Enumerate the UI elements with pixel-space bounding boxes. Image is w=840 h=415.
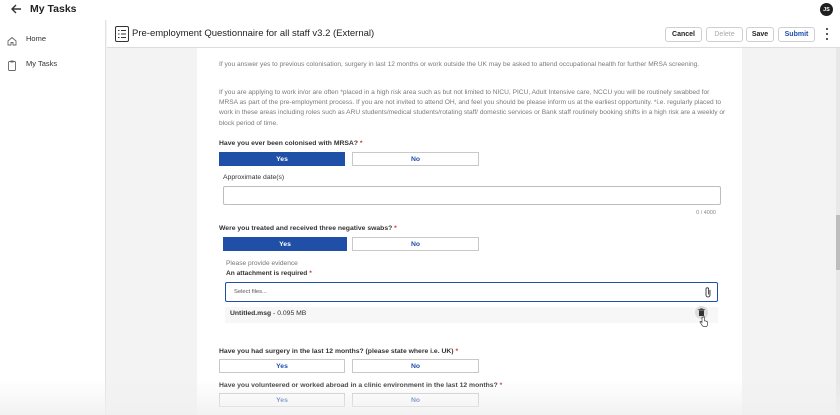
sidebar-item-label: My Tasks <box>26 58 58 68</box>
info-text-colonisation: If you answer yes to previous colonisati… <box>219 61 700 68</box>
form-title: Pre-employment Questionnaire for all sta… <box>132 28 375 39</box>
file-select-input[interactable]: Select files... <box>225 282 718 302</box>
approximate-dates-input[interactable] <box>223 186 721 205</box>
q2-no-option[interactable]: No <box>352 237 479 251</box>
attached-file-name: Untitled.msg <box>230 310 272 317</box>
hand-cursor-icon <box>699 315 708 327</box>
evidence-note: Please provide evidence <box>226 260 298 267</box>
delete-button[interactable]: Delete <box>706 27 743 42</box>
clipboard-icon <box>7 58 17 71</box>
approximate-dates-label: Approximate date(s) <box>223 174 285 181</box>
scrollbar-thumb[interactable] <box>836 215 840 270</box>
info-text-high-risk: If you are applying to work in/or are of… <box>219 89 726 127</box>
sidebar-item-home[interactable]: Home <box>0 28 106 48</box>
paperclip-icon[interactable] <box>703 286 713 299</box>
checklist-icon <box>115 26 129 42</box>
cancel-button[interactable]: Cancel <box>665 27 702 42</box>
sidebar: Home My Tasks <box>0 20 106 415</box>
attached-file-size: - 0.095 MB <box>271 310 307 317</box>
top-bar: My Tasks JS <box>0 0 840 20</box>
required-marker: * <box>499 382 503 389</box>
character-counter: 0 / 4000 <box>696 210 716 216</box>
attached-file-info: Untitled.msg - 0.095 MB <box>230 310 306 317</box>
attached-file-row: Untitled.msg - 0.095 MB <box>225 307 718 323</box>
q4-no-option[interactable]: No <box>352 393 479 407</box>
app-title: My Tasks <box>30 3 77 15</box>
q3-no-option[interactable]: No <box>352 359 479 373</box>
attachment-label: An attachment is required * <box>226 270 312 277</box>
form-content: If you answer yes to previous colonisati… <box>197 48 742 415</box>
user-avatar[interactable]: JS <box>820 3 833 16</box>
q4-yes-option[interactable]: Yes <box>219 393 345 407</box>
required-marker: * <box>455 348 459 355</box>
question-mrsa-colonised: Have you ever been colonised with MRSA? … <box>219 140 363 147</box>
required-marker: * <box>359 140 363 147</box>
save-button[interactable]: Save <box>746 27 774 42</box>
required-marker: * <box>394 225 397 232</box>
q3-yes-option[interactable]: Yes <box>219 359 345 373</box>
sidebar-item-my-tasks[interactable]: My Tasks <box>0 53 106 73</box>
sidebar-item-label: Home <box>26 33 47 43</box>
q1-no-option[interactable]: No <box>352 152 479 166</box>
home-icon <box>7 33 17 46</box>
question-three-negative-swabs: Were you treated and received three nega… <box>219 225 397 232</box>
required-marker: * <box>309 270 312 277</box>
file-select-placeholder: Select files... <box>234 289 267 295</box>
form-header: Pre-employment Questionnaire for all sta… <box>107 20 840 48</box>
question-worked-abroad: Have you volunteered or worked abroad in… <box>219 382 503 389</box>
back-arrow-icon[interactable] <box>9 2 23 16</box>
q1-yes-option[interactable]: Yes <box>219 152 345 166</box>
question-surgery-12-months: Have you had surgery in the last 12 mont… <box>219 348 459 355</box>
q2-yes-option[interactable]: Yes <box>223 237 347 251</box>
more-vertical-icon[interactable] <box>823 28 831 40</box>
submit-button[interactable]: Submit <box>778 27 815 42</box>
